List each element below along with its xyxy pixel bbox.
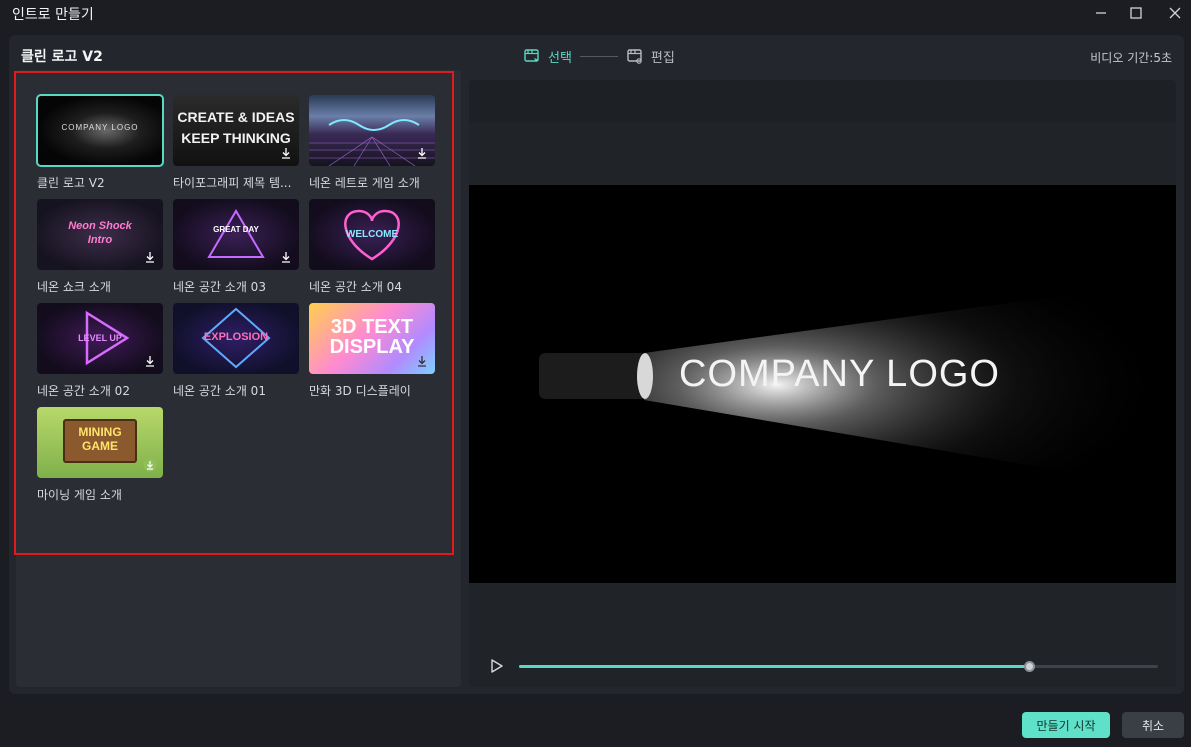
download-icon[interactable] bbox=[415, 146, 429, 160]
thumb-text: WELCOME bbox=[345, 229, 399, 240]
template-label: 타이포그래피 제목 템... bbox=[173, 176, 292, 190]
template-thumbnail[interactable]: GREAT DAY bbox=[173, 199, 299, 270]
step-edit-label: 편집 bbox=[650, 50, 675, 66]
template-label: 네온 공간 소개 01 bbox=[173, 384, 266, 398]
thumb-text: 3D TEXT DISPLAY bbox=[329, 316, 415, 358]
template-label: 네온 쇼크 소개 bbox=[37, 280, 111, 294]
template-thumbnail[interactable]: MINING GAME bbox=[37, 407, 163, 478]
template-card[interactable]: EXPLOSION 네온 공간 소개 01 bbox=[173, 303, 299, 399]
thumb-text: EXPLOSION bbox=[203, 331, 269, 343]
step-select-label: 선택 bbox=[548, 50, 572, 66]
template-card[interactable]: COMPANY LOGO 클린 로고 V2 bbox=[36, 94, 164, 191]
download-icon[interactable] bbox=[143, 458, 157, 472]
thumb-text: Neon Shock Intro bbox=[68, 220, 132, 246]
template-card[interactable]: GREAT DAY 네온 공간 소개 03 bbox=[173, 199, 299, 295]
template-thumbnail[interactable] bbox=[309, 95, 435, 166]
template-card[interactable]: 3D TEXT DISPLAY 만화 3D 디스플레이 bbox=[309, 303, 435, 399]
timeline-scrubber[interactable] bbox=[1024, 661, 1036, 672]
template-label: 클린 로고 V2 bbox=[37, 176, 105, 190]
template-card[interactable]: LEVEL UP 네온 공간 소개 02 bbox=[37, 303, 163, 399]
template-card[interactable]: Neon Shock Intro 네온 쇼크 소개 bbox=[37, 199, 163, 295]
playback-controls bbox=[469, 650, 1176, 687]
download-icon[interactable] bbox=[279, 250, 293, 264]
thumb-text: GREAT DAY bbox=[213, 225, 259, 234]
thumb-text: LEVEL UP bbox=[78, 333, 122, 343]
maximize-icon bbox=[1130, 7, 1142, 19]
download-icon[interactable] bbox=[143, 354, 157, 368]
template-card[interactable]: 네온 레트로 게임 소개 bbox=[309, 95, 435, 191]
template-label: 네온 공간 소개 04 bbox=[309, 280, 402, 294]
step-edit[interactable]: 편집 bbox=[626, 47, 675, 66]
play-icon[interactable] bbox=[489, 658, 505, 674]
template-thumbnail[interactable]: EXPLOSION bbox=[173, 303, 299, 374]
download-icon[interactable] bbox=[415, 354, 429, 368]
video-duration: 비디오 기간:5초 bbox=[1090, 51, 1172, 65]
thumb-text: COMPANY LOGO bbox=[61, 123, 139, 132]
template-thumbnail[interactable]: LEVEL UP bbox=[37, 303, 163, 374]
close-button[interactable] bbox=[1156, 0, 1191, 26]
video-preview-panel: COMPANY LOGO bbox=[469, 80, 1176, 687]
step-connector bbox=[579, 55, 618, 57]
minimize-icon bbox=[1096, 12, 1106, 14]
timeline-track[interactable] bbox=[519, 661, 1158, 672]
title-bar: 인트로 만들기 bbox=[0, 0, 1191, 30]
minimize-button[interactable] bbox=[1082, 0, 1120, 26]
template-thumbnail[interactable]: CREATE & IDEAS KEEP THINKING bbox=[173, 95, 299, 166]
thumb-text: MINING GAME bbox=[78, 425, 122, 453]
template-card[interactable]: WELCOME 네온 공간 소개 04 bbox=[309, 199, 435, 295]
template-label: 네온 공간 소개 02 bbox=[37, 384, 130, 398]
template-label: 만화 3D 디스플레이 bbox=[309, 384, 411, 398]
template-thumbnail[interactable]: Neon Shock Intro bbox=[37, 199, 163, 270]
template-card[interactable]: MINING GAME 마이닝 게임 소개 bbox=[37, 407, 163, 503]
template-name: 클린 로고 V2 bbox=[21, 49, 103, 65]
template-thumbnail[interactable]: COMPANY LOGO bbox=[36, 94, 164, 167]
template-label: 네온 레트로 게임 소개 bbox=[309, 176, 420, 190]
template-label: 네온 공간 소개 03 bbox=[173, 280, 266, 294]
select-film-icon bbox=[523, 47, 541, 65]
start-create-button[interactable]: 만들기 시작 bbox=[1022, 712, 1110, 738]
template-card[interactable]: CREATE & IDEAS KEEP THINKING 타이포그래피 제목 템… bbox=[173, 95, 299, 191]
maximize-button[interactable] bbox=[1117, 0, 1155, 26]
download-icon[interactable] bbox=[279, 146, 293, 160]
step-select[interactable]: 선택 bbox=[523, 47, 572, 66]
close-icon bbox=[1169, 7, 1181, 19]
company-logo-text: COMPANY LOGO bbox=[679, 353, 1000, 395]
window-title: 인트로 만들기 bbox=[12, 7, 94, 23]
template-thumbnail[interactable]: WELCOME bbox=[309, 199, 435, 270]
video-frame[interactable]: COMPANY LOGO bbox=[469, 185, 1176, 583]
step-indicator: 선택 편집 bbox=[523, 46, 675, 66]
template-thumbnail[interactable]: 3D TEXT DISPLAY bbox=[309, 303, 435, 374]
download-icon[interactable] bbox=[143, 250, 157, 264]
template-label: 마이닝 게임 소개 bbox=[37, 488, 122, 502]
timeline-progress bbox=[519, 665, 1031, 668]
edit-film-icon bbox=[626, 47, 644, 65]
preview-top-band bbox=[469, 80, 1176, 122]
thumb-text: CREATE & IDEAS KEEP THINKING bbox=[177, 109, 295, 146]
cancel-button[interactable]: 취소 bbox=[1122, 712, 1184, 738]
